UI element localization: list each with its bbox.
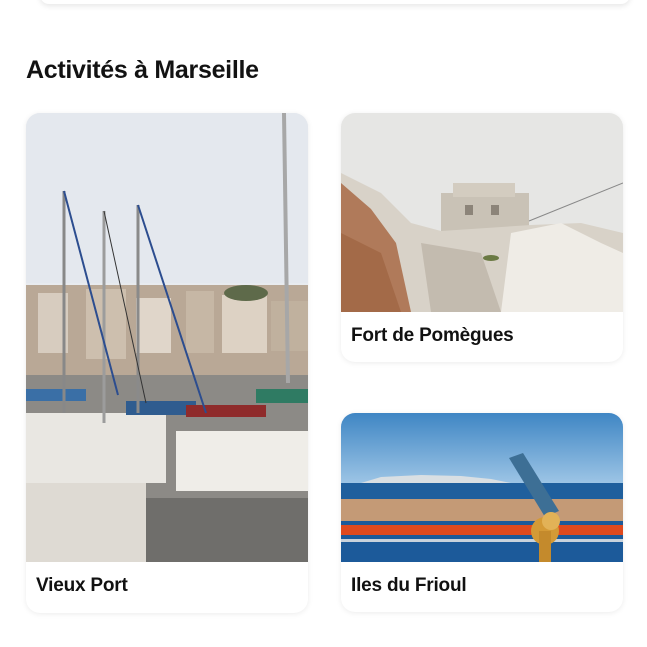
activity-card-vieux-port[interactable]: Vieux Port [26,113,308,613]
activity-card-iles-du-frioul[interactable]: Iles du Frioul [341,413,623,612]
iles-du-frioul-image [341,413,623,562]
fort-de-pomegues-image [341,113,623,312]
card-title: Iles du Frioul [351,575,467,596]
card-title: Fort de Pomègues [351,325,514,346]
search-bar-edge[interactable] [40,0,630,4]
card-title: Vieux Port [36,575,128,596]
activity-card-fort-de-pomegues[interactable]: Fort de Pomègues [341,113,623,362]
vieux-port-image [26,113,308,562]
section-title: Activités à Marseille [26,56,259,84]
